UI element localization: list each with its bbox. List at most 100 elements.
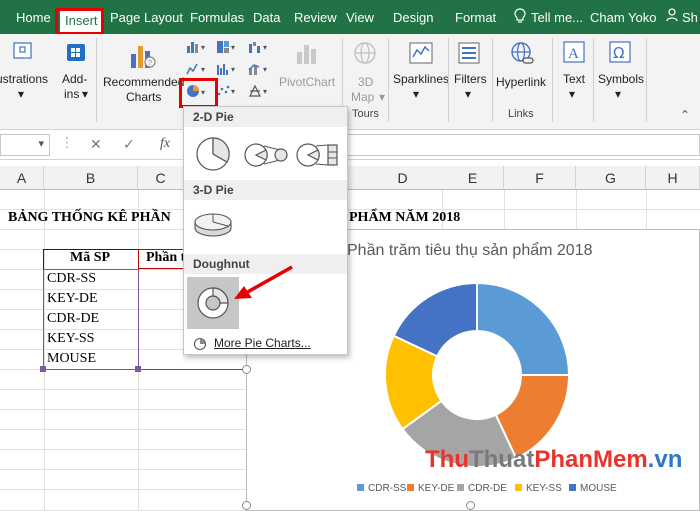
watermark-part-1: Thu xyxy=(425,446,469,473)
lightbulb-icon xyxy=(514,8,526,28)
column-header-e[interactable]: E xyxy=(442,166,504,190)
waterfall-chart-icon[interactable]: ▾ xyxy=(248,40,274,54)
globe-icon[interactable] xyxy=(352,40,378,66)
symbols-button[interactable]: Symbols xyxy=(598,72,644,87)
excel-window: Home Insert Page Layout Formulas Data Re… xyxy=(0,0,700,511)
selection-handle[interactable] xyxy=(40,366,46,372)
doughnut-slice-cdr-ss[interactable] xyxy=(476,281,571,376)
sheet-title-left[interactable]: BẢNG THỐNG KÊ PHẦN xyxy=(8,210,171,226)
watermark-part-3: PhanMem xyxy=(534,446,648,473)
ribbon-divider xyxy=(448,38,449,122)
legend-item-key-de[interactable]: KEY-DE xyxy=(407,483,454,494)
statistic-chart-icon[interactable]: ▾ xyxy=(216,62,242,76)
addins-label-2[interactable]: ins xyxy=(64,87,79,102)
header-ma-sp[interactable]: Mã SP xyxy=(70,250,110,266)
tab-page-layout[interactable]: Page Layout xyxy=(110,8,183,28)
red-arrow-annotation xyxy=(234,265,293,299)
svg-text:▾: ▾ xyxy=(201,65,205,74)
share-button[interactable]: Sh xyxy=(682,8,698,28)
text-box-icon[interactable]: A xyxy=(562,40,586,66)
tab-review[interactable]: Review xyxy=(294,8,337,28)
chart-resize-handle[interactable] xyxy=(466,501,475,510)
column-header-a[interactable]: A xyxy=(0,166,44,190)
illustrations-button[interactable]: ustrations xyxy=(0,72,48,87)
line-chart-icon[interactable]: ▾ xyxy=(186,62,212,76)
surface-chart-icon[interactable]: ▾ xyxy=(248,84,274,98)
column-header-c[interactable]: C xyxy=(138,166,184,190)
pie-3d-option[interactable] xyxy=(192,207,234,241)
pie-2d-option[interactable] xyxy=(194,135,232,173)
legend-item-mouse[interactable]: MOUSE xyxy=(569,483,617,494)
column-header-b[interactable]: B xyxy=(44,166,138,190)
hyperlink-button[interactable]: Hyperlink xyxy=(496,75,546,90)
hyperlink-globe-icon[interactable] xyxy=(508,40,536,68)
cancel-icon[interactable]: ✕ xyxy=(90,136,102,153)
product-cell[interactable]: KEY-DE xyxy=(47,291,98,307)
pie-chart-icon xyxy=(193,337,207,351)
omega-symbol-icon[interactable]: Ω xyxy=(608,40,632,66)
product-cell[interactable]: MOUSE xyxy=(47,351,96,367)
3d-map-label-1[interactable]: 3D xyxy=(358,75,373,90)
links-group-label: Links xyxy=(508,108,534,120)
chart-resize-handle[interactable] xyxy=(242,501,251,510)
tab-view[interactable]: View xyxy=(346,8,374,28)
watermark-part-2: Thuat xyxy=(468,446,535,473)
tab-data[interactable]: Data xyxy=(253,8,280,28)
addins-store-icon[interactable] xyxy=(64,40,88,64)
legend-swatch xyxy=(515,484,522,491)
combo-chart-icon[interactable]: ▾ xyxy=(248,62,274,76)
tab-design[interactable]: Design xyxy=(393,8,433,28)
pivotchart-icon[interactable] xyxy=(294,40,320,66)
collapse-ribbon-icon[interactable]: ⌃ xyxy=(680,108,690,123)
tab-format[interactable]: Format xyxy=(455,8,496,28)
recommended-charts-icon[interactable]: ? xyxy=(128,40,158,72)
header-phan-tram[interactable]: Phần t xyxy=(146,250,185,266)
filters-button[interactable]: Filters xyxy=(454,72,487,87)
tell-me-search[interactable]: Tell me... xyxy=(531,8,583,28)
column-header-f[interactable]: F xyxy=(504,166,576,190)
recommended-charts-label-2[interactable]: Charts xyxy=(126,90,161,105)
addins-label-1[interactable]: Add- xyxy=(62,72,87,87)
legend-label: MOUSE xyxy=(580,483,617,494)
sparklines-button[interactable]: Sparklines xyxy=(393,72,449,87)
product-cell[interactable]: CDR-SS xyxy=(47,271,96,287)
hierarchy-chart-icon[interactable]: ▾ xyxy=(216,40,242,54)
column-header-g[interactable]: G xyxy=(576,166,646,190)
column-header-h[interactable]: H xyxy=(646,166,700,190)
sheet-title-right[interactable]: PHẨM NĂM 2018 xyxy=(349,210,460,226)
filters-icon[interactable] xyxy=(456,40,482,66)
bar-of-pie-option[interactable] xyxy=(296,141,342,169)
product-cell[interactable]: CDR-DE xyxy=(47,311,99,327)
chart-resize-handle[interactable] xyxy=(242,365,251,374)
legend-label: CDR-SS xyxy=(368,483,407,494)
pie-of-pie-option[interactable] xyxy=(244,141,290,169)
illustrations-icon[interactable] xyxy=(12,40,34,62)
pivotchart-label[interactable]: PivotChart xyxy=(279,75,335,90)
ribbon-divider xyxy=(388,38,389,122)
more-pie-charts-label: ore Pie Charts... xyxy=(224,336,311,350)
ribbon-divider xyxy=(593,38,594,122)
product-cell[interactable]: KEY-SS xyxy=(47,331,94,347)
3d-map-label-2[interactable]: Map xyxy=(351,90,374,105)
tab-formulas[interactable]: Formulas xyxy=(190,8,244,28)
share-icon[interactable] xyxy=(666,8,678,28)
more-pie-charts-link[interactable]: More Pie Charts... xyxy=(214,336,311,350)
chevron-down-icon: ▾ xyxy=(379,90,386,104)
recommended-charts-label-1[interactable]: Recommended xyxy=(103,75,184,90)
tab-home[interactable]: Home xyxy=(16,8,51,28)
enter-icon[interactable]: ✓ xyxy=(123,136,135,153)
name-box[interactable]: ▾ xyxy=(0,134,50,156)
scatter-chart-icon[interactable]: ▾ xyxy=(216,84,242,98)
legend-item-key-ss[interactable]: KEY-SS xyxy=(515,483,562,494)
selection-handle[interactable] xyxy=(135,366,141,372)
legend-item-cdr-de[interactable]: CDR-DE xyxy=(457,483,507,494)
grid-row xyxy=(0,190,700,210)
chevron-down-icon: ▾ xyxy=(413,87,420,101)
legend-item-cdr-ss[interactable]: CDR-SS xyxy=(357,483,406,494)
insert-function-icon[interactable]: fx xyxy=(160,136,170,152)
account-name[interactable]: Cham Yoko xyxy=(590,8,657,28)
sparklines-icon[interactable] xyxy=(408,40,434,66)
chart-title[interactable]: Phần trăm tiêu thụ sản phẩm 2018 xyxy=(347,242,593,260)
column-chart-icon[interactable]: ▾ xyxy=(186,40,212,54)
text-button[interactable]: Text xyxy=(563,72,585,87)
